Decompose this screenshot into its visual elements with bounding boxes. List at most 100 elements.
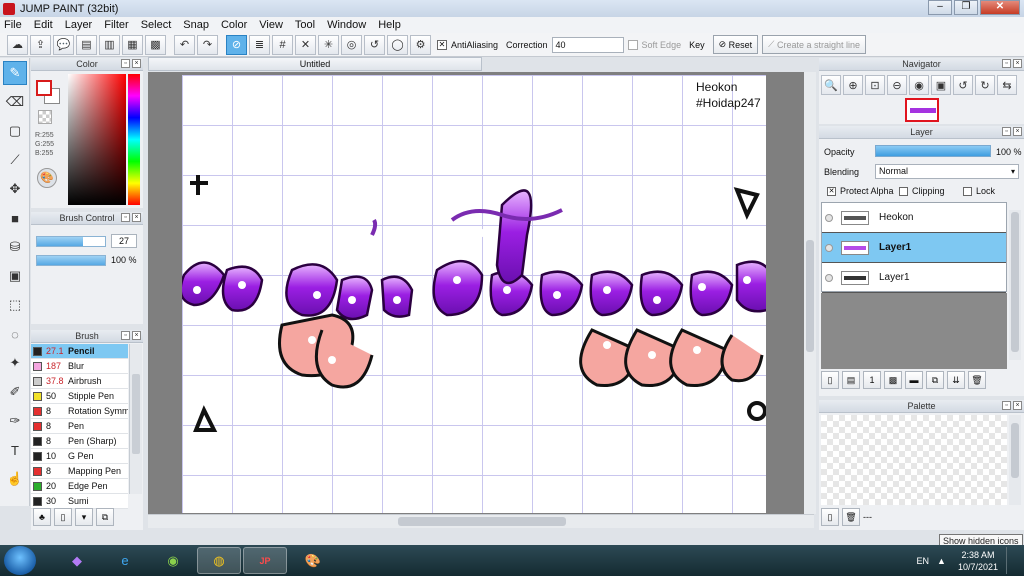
visibility-icon[interactable] (825, 273, 833, 282)
snap-settings-icon[interactable]: ⚙ (410, 34, 431, 55)
lasso-select-icon[interactable]: ◌ (3, 322, 27, 346)
eraser-tool-icon[interactable]: ⌫ (3, 90, 27, 114)
float-icon[interactable]: ▫ (121, 331, 130, 340)
merge-layer-icon[interactable]: ⇊ (947, 371, 965, 389)
brush-copy-icon[interactable]: ⧉ (96, 508, 114, 526)
shape-tool-icon[interactable]: ▢ (3, 119, 27, 143)
brush-list-item[interactable]: 50 Stipple Pen (31, 389, 128, 404)
visibility-icon[interactable] (825, 213, 833, 222)
snap-cross-icon[interactable]: ✕ (295, 34, 316, 55)
internet-explorer-icon[interactable]: e (103, 547, 147, 574)
close-button[interactable]: ✕ (980, 0, 1020, 15)
message-icon[interactable]: ▤ (76, 34, 97, 55)
jump-paint-icon[interactable]: JP (243, 547, 287, 574)
scroll-thumb[interactable] (1011, 423, 1019, 478)
coccoc-browser-icon[interactable]: ◉ (151, 547, 195, 574)
brush-list-item[interactable]: 8 Pen (Sharp) (31, 434, 128, 449)
layer-opacity-slider[interactable] (875, 145, 991, 157)
comment-icon[interactable]: 💬 (53, 34, 74, 55)
export-icon[interactable]: ⇪ (30, 34, 51, 55)
foreground-color-swatch[interactable] (36, 80, 52, 96)
document-tab[interactable]: Untitled (148, 57, 482, 71)
rectangle-fill-icon[interactable]: ■ (3, 206, 27, 230)
fit-icon[interactable]: ⊡ (865, 75, 885, 95)
menu-color[interactable]: Color (221, 19, 247, 31)
antialiasing-checkbox[interactable]: ✕ (437, 39, 447, 50)
document-icon[interactable]: ▥ (99, 34, 120, 55)
gradient-tool-icon[interactable]: ▣ (3, 264, 27, 288)
new-layer-icon[interactable]: ▯ (821, 371, 839, 389)
brush-list-item[interactable]: 20 Edge Pen (31, 479, 128, 494)
start-button[interactable] (4, 546, 36, 575)
close-icon[interactable]: × (1013, 127, 1022, 136)
close-icon[interactable]: × (1013, 401, 1022, 410)
palette-scrollbar[interactable] (1009, 415, 1021, 505)
language-indicator[interactable]: EN (917, 556, 930, 566)
brush-list-item[interactable]: 8 Rotation Symm (31, 404, 128, 419)
zoom-in-icon[interactable]: ⊕ (843, 75, 863, 95)
line-tool-icon[interactable]: ⟋ (3, 148, 27, 172)
scroll-thumb[interactable] (398, 517, 566, 526)
select-pen-icon[interactable]: ✐ (3, 380, 27, 404)
chrome-icon[interactable]: ◍ (197, 547, 241, 574)
new-brush-icon[interactable]: ▯ (54, 508, 72, 526)
snap-off-icon[interactable]: ⊘ (226, 34, 247, 55)
magic-wand-icon[interactable]: ✦ (3, 351, 27, 375)
snap-radial-icon[interactable]: ✳ (318, 34, 339, 55)
flip-icon[interactable]: ⇆ (997, 75, 1017, 95)
layer-row[interactable]: Layer1 (822, 263, 1006, 293)
scroll-thumb[interactable] (1011, 212, 1019, 352)
navigator-preview[interactable] (905, 98, 939, 122)
menu-filter[interactable]: Filter (104, 19, 128, 31)
select-eraser-icon[interactable]: ✑ (3, 409, 27, 433)
folder-icon[interactable]: ▬ (905, 371, 923, 389)
redo-icon[interactable]: ↷ (197, 34, 218, 55)
zoom-out-icon[interactable]: ⊖ (887, 75, 907, 95)
close-icon[interactable]: × (132, 213, 141, 222)
canvas-vertical-scrollbar[interactable] (804, 72, 816, 514)
hand-tool-icon[interactable]: ☝ (3, 467, 27, 491)
saturation-value-picker[interactable] (68, 74, 126, 205)
float-icon[interactable]: ▫ (1002, 401, 1011, 410)
float-icon[interactable]: ▫ (121, 213, 130, 222)
brush-list-item[interactable]: 187 Blur (31, 359, 128, 374)
new-palette-icon[interactable]: ▯ (821, 508, 839, 526)
close-icon[interactable]: × (1013, 59, 1022, 68)
halftone-layer-icon[interactable]: ▩ (884, 371, 902, 389)
brush-size-value[interactable]: 27 (111, 234, 137, 248)
float-icon[interactable]: ▫ (1002, 59, 1011, 68)
menu-select[interactable]: Select (141, 19, 172, 31)
brush-size-slider[interactable] (36, 236, 106, 247)
brush-list-item[interactable]: 27.1 Pencil (31, 344, 128, 359)
reset-button[interactable]: ⊘ Reset (712, 35, 759, 54)
clock[interactable]: 2:38 AM 10/7/2021 (958, 549, 998, 573)
visibility-icon[interactable] (825, 243, 833, 252)
layer-row[interactable]: Layer1 (822, 233, 1006, 263)
palette-grid[interactable] (821, 415, 1007, 505)
menu-tool[interactable]: Tool (295, 19, 315, 31)
palette-icon[interactable]: 🎨 (37, 168, 57, 188)
delete-palette-icon[interactable]: 🗑 (842, 508, 860, 526)
zoom-icon[interactable]: 🔍 (821, 75, 841, 95)
brush-settings-icon[interactable]: ♣ (33, 508, 51, 526)
actual-size-icon[interactable]: ◉ (909, 75, 929, 95)
close-icon[interactable]: × (132, 331, 141, 340)
layer-row[interactable]: Heokon (822, 203, 1006, 233)
snap-ellipse-icon[interactable]: ◯ (387, 34, 408, 55)
menu-edit[interactable]: Edit (34, 19, 53, 31)
scroll-thumb[interactable] (132, 374, 140, 454)
canvas-horizontal-scrollbar[interactable] (148, 514, 814, 528)
menu-window[interactable]: Window (327, 19, 366, 31)
grid-layout-icon[interactable]: ▩ (145, 34, 166, 55)
clipping-checkbox[interactable] (899, 187, 908, 196)
rect-select-icon[interactable]: ⬚ (3, 293, 27, 317)
paint-icon[interactable]: 🎨 (291, 547, 335, 574)
minimize-button[interactable]: – (928, 0, 952, 15)
drawing-canvas[interactable]: Heokon #Hoidap247 (182, 75, 766, 513)
transparent-swatch[interactable] (38, 110, 52, 124)
rotate-left-icon[interactable]: ↺ (953, 75, 973, 95)
visual-studio-icon[interactable]: ◆ (55, 547, 99, 574)
snap-grid-icon[interactable]: # (272, 34, 293, 55)
snap-parallel-icon[interactable]: ≣ (249, 34, 270, 55)
fg-bg-swatch[interactable] (36, 80, 62, 106)
